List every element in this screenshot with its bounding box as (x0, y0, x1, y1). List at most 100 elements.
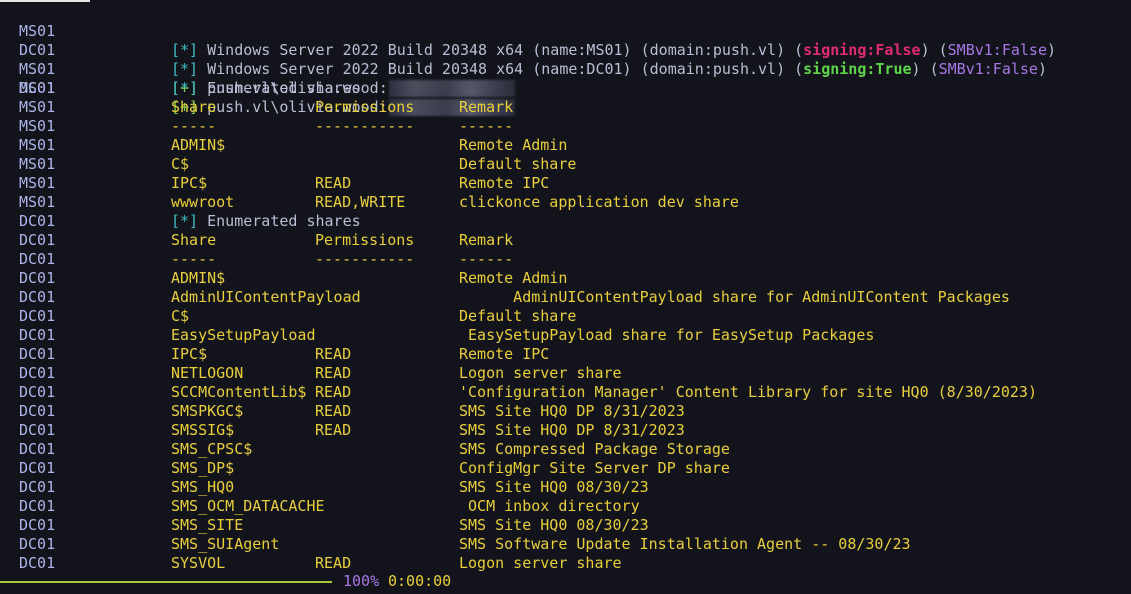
table-header-cell: Remark (459, 98, 514, 116)
table-separator-cell: ----------- (315, 117, 415, 135)
info-prefix: [*] (171, 212, 199, 230)
table-header-cell: Permissions (315, 231, 415, 249)
share-permissions: READ,WRITE (315, 193, 406, 211)
table-row: MS01 IPC$ READ Remote IPC (0, 174, 1131, 193)
host-label: DC01 (19, 326, 56, 344)
table-row: DC01 SMS_OCM_DATACACHE OCM inbox director… (0, 497, 1131, 516)
info-prefix: [*] (171, 79, 199, 97)
table-row: MS01 ADMIN$ Remote Admin (0, 136, 1131, 155)
share-remark: EasySetupPayload share for EasySetup Pac… (459, 326, 875, 344)
host-label: DC01 (19, 269, 56, 287)
auth-line-dc01: DC01 [+] push.vl\olivia.wood: (0, 60, 1131, 116)
table-row: DC01 SMS_SITE SMS Site HQ0 08/30/23 (0, 516, 1131, 535)
host-label: MS01 (19, 117, 56, 135)
enum-line: MS01 [*] Enumerated shares (0, 79, 1131, 98)
table-separator-cell: ------ (459, 250, 514, 268)
host-label: MS01 (19, 155, 56, 173)
share-remark: SMS Software Update Installation Agent -… (459, 535, 911, 553)
table-row: DC01 SYSVOL READ Logon server share (0, 554, 1131, 573)
host-label: DC01 (19, 497, 56, 515)
share-name: SMS_DP$ (171, 459, 235, 477)
share-permissions: READ (315, 383, 352, 401)
share-name: ADMIN$ (171, 269, 226, 287)
share-remark: SMS Site HQ0 DP 8/31/2023 (459, 402, 685, 420)
share-name: SMS_SITE (171, 516, 244, 534)
share-remark: SMS Compressed Package Storage (459, 440, 730, 458)
share-name: SMS_OCM_DATACACHE (171, 497, 325, 515)
table-separator-cell: ----- (171, 250, 217, 268)
table-row: MS01 C$ Default share (0, 155, 1131, 174)
host-label: DC01 (19, 364, 56, 382)
host-label: DC01 (19, 212, 56, 230)
host-label: DC01 (19, 554, 56, 572)
share-name: IPC$ (171, 345, 208, 363)
share-remark: SMS Site HQ0 DP 8/31/2023 (459, 421, 685, 439)
share-permissions: READ (315, 345, 352, 363)
table-separator: MS01 ----- ----------- ------ (0, 117, 1131, 136)
table-row: DC01 C$ Default share (0, 307, 1131, 326)
table-header-cell: Remark (459, 231, 514, 249)
enum-content: [*] Enumerated shares (171, 79, 361, 98)
share-name: IPC$ (171, 174, 208, 192)
host-label: DC01 (19, 478, 56, 496)
table-row: DC01 IPC$ READ Remote IPC (0, 345, 1131, 364)
table-row: DC01 SMSSIG$ READ SMS Site HQ0 DP 8/31/2023 (0, 421, 1131, 440)
table-row: DC01 SMS_CPSC$ SMS Compressed Package Stor… (0, 440, 1131, 459)
table-header: MS01 Share Permissions Remark (0, 98, 1131, 117)
os-info-line-dc01: DC01 [*] Windows Server 2022 Build 20348… (19, 41, 1047, 78)
table-header-cell: Share (171, 231, 217, 249)
scrollback-marker (0, 0, 90, 2)
host-label: DC01 (19, 345, 56, 363)
share-permissions: READ (315, 421, 352, 439)
enum-content: [*] Enumerated shares (171, 212, 361, 231)
share-name: SMS_SUIAgent (171, 535, 280, 553)
table-row: DC01 EasySetupPayload EasySetupPayload sh… (0, 326, 1131, 345)
host-label: DC01 (19, 440, 56, 458)
share-remark: Remote Admin (459, 269, 568, 287)
enum-text: Enumerated shares (207, 79, 361, 97)
table-separator: DC01 ----- ----------- ------ (0, 250, 1131, 269)
host-label: DC01 (19, 383, 56, 401)
share-name: C$ (171, 307, 190, 325)
host-label: DC01 (19, 250, 56, 268)
auth-line-ms01: MS01 [+] push.vl\olivia.wood: (0, 41, 1131, 97)
share-remark: OCM inbox directory (459, 497, 640, 515)
share-name: SMSPKGC$ (171, 402, 244, 420)
share-name: SMS_HQ0 (171, 478, 235, 496)
host-label: DC01 (19, 459, 56, 477)
share-permissions: READ (315, 174, 352, 192)
share-remark: ConfigMgr Site Server DP share (459, 459, 730, 477)
share-name: C$ (171, 155, 190, 173)
progress-percent: 100% (343, 572, 380, 590)
table-header-cell: Permissions (315, 98, 415, 116)
enum-text: Enumerated shares (207, 212, 361, 230)
share-remark: Remote IPC (459, 174, 550, 192)
host-label: MS01 (19, 98, 56, 116)
share-name: EasySetupPayload (171, 326, 316, 344)
host-label: DC01 (19, 421, 56, 439)
table-row: DC01 SMS_HQ0 SMS Site HQ0 08/30/23 (0, 478, 1131, 497)
table-row: DC01 SMS_DP$ ConfigMgr Site Server DP shar… (0, 459, 1131, 478)
elapsed-time: 0:00:00 (388, 572, 452, 590)
share-name: SMSSIG$ (171, 421, 235, 439)
progress-track (0, 581, 332, 583)
host-label: MS01 (19, 136, 56, 154)
share-name: ADMIN$ (171, 136, 226, 154)
table-row: DC01 NETLOGON READ Logon server share (0, 364, 1131, 383)
share-remark: AdminUIContentPayload share for AdminUIC… (459, 288, 1010, 306)
enum-line: DC01 [*] Enumerated shares (0, 212, 1131, 231)
table-row: DC01 ADMIN$ Remote Admin (0, 269, 1131, 288)
share-remark: Remote IPC (459, 345, 550, 363)
table-header-cell: Share (171, 98, 217, 116)
share-permissions: READ (315, 402, 352, 420)
table-row: DC01 SCCMContentLib$ READ 'Configuration Ma… (0, 383, 1131, 402)
share-remark: Default share (459, 307, 577, 325)
share-remark: Logon server share (459, 554, 622, 572)
share-name: wwwroot (171, 193, 235, 211)
host-label: DC01 (19, 535, 56, 553)
share-name: SYSVOL (171, 554, 226, 572)
terminal-window[interactable]: MS01 [*] Windows Server 2022 Build 20348… (0, 0, 1131, 594)
share-name: AdminUIContentPayload (171, 288, 361, 306)
host-label: DC01 (19, 307, 56, 325)
share-remark: clickonce application dev share (459, 193, 739, 211)
